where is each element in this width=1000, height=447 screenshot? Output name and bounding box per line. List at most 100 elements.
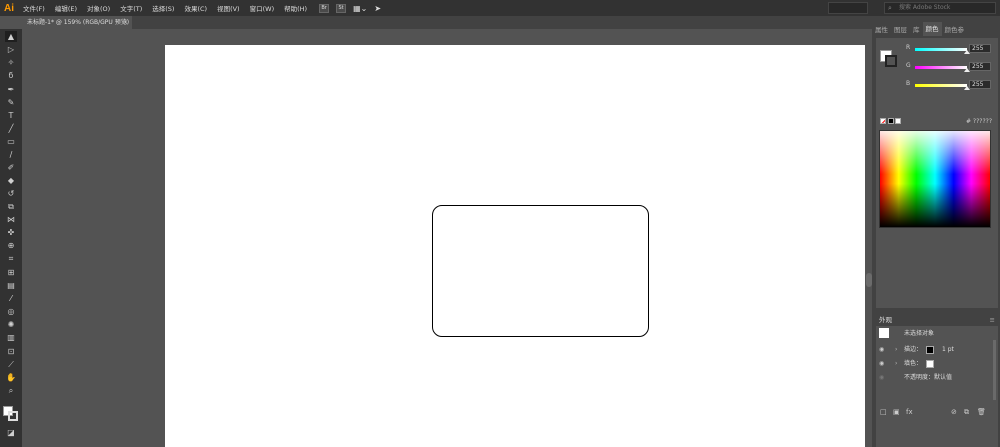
arrange-documents-icon[interactable]: ▦⌄ xyxy=(353,4,367,13)
column-graph-tool-icon[interactable]: ▥ xyxy=(5,332,17,343)
stroke-swatch-appearance[interactable] xyxy=(926,346,934,354)
stroke-weight[interactable]: 1 pt xyxy=(942,344,954,356)
scale-tool-icon[interactable]: ⧉ xyxy=(5,201,17,212)
rounded-rectangle-shape[interactable] xyxy=(432,205,649,337)
visibility-eye-icon[interactable]: ◉ xyxy=(879,344,884,356)
puppet-warp-tool-icon[interactable]: ✜ xyxy=(5,227,17,238)
lasso-tool-icon[interactable]: ϭ xyxy=(5,70,17,81)
slider-g-label: G xyxy=(906,62,911,69)
appearance-opacity-row[interactable]: ◉ 不透明度：默认值 xyxy=(876,372,998,384)
gradient-tool-icon[interactable]: ▤ xyxy=(5,280,17,291)
tab-color[interactable]: 颜色 xyxy=(922,22,942,36)
selection-tool-icon[interactable]: ▲ xyxy=(5,31,17,42)
visibility-eye-icon[interactable]: ◉ xyxy=(879,358,884,370)
menu-select[interactable]: 选择(S) xyxy=(147,3,179,13)
width-tool-icon[interactable]: ⋈ xyxy=(5,214,17,225)
zoom-tool-icon[interactable]: ⌕ xyxy=(5,385,17,396)
menu-view[interactable]: 视图(V) xyxy=(212,3,245,13)
add-stroke-icon[interactable]: □ xyxy=(880,406,887,418)
slider-b-value[interactable]: 255 xyxy=(969,80,991,89)
tab-color-guide[interactable]: 颜色参 xyxy=(942,24,968,34)
document-tab[interactable]: 未标题-1* @ 159% (RGB/GPU 预览) × xyxy=(22,16,132,29)
stroke-color-swatch[interactable] xyxy=(885,55,897,67)
stock-search-input[interactable]: ⌕ 搜索 Adobe Stock xyxy=(884,2,996,14)
menu-edit[interactable]: 编辑(E) xyxy=(50,3,82,13)
paintbrush-tool-icon[interactable]: ∕ xyxy=(5,149,17,160)
eraser-tool-icon[interactable]: ◆ xyxy=(5,175,17,186)
stroke-swatch[interactable] xyxy=(8,411,18,421)
quick-swatch-row: # ?????? xyxy=(880,118,998,126)
perspective-grid-tool-icon[interactable]: ⌗ xyxy=(5,253,17,264)
line-tool-icon[interactable]: ╱ xyxy=(5,123,17,134)
menu-type[interactable]: 文字(T) xyxy=(115,3,147,13)
slider-g-value[interactable]: 255 xyxy=(969,62,991,71)
color-mode-icon[interactable]: ◪ xyxy=(5,427,17,438)
document-tab-title: 未标题-1* @ 159% (RGB/GPU 预览) xyxy=(27,19,130,26)
white-color-swatch[interactable] xyxy=(895,118,901,124)
type-tool-icon[interactable]: T xyxy=(5,110,17,121)
blend-tool-icon[interactable]: ◎ xyxy=(5,306,17,317)
pen-tool-icon[interactable]: ✒ xyxy=(5,84,17,95)
appearance-title[interactable]: 外观 xyxy=(879,316,892,324)
shape-builder-tool-icon[interactable]: ⊕ xyxy=(5,240,17,251)
slider-r-value[interactable]: 255 xyxy=(969,44,991,53)
hex-value[interactable]: # ?????? xyxy=(966,118,992,125)
stock-button[interactable]: St xyxy=(336,3,347,13)
symbol-sprayer-tool-icon[interactable]: ✺ xyxy=(5,319,17,330)
rectangle-tool-icon[interactable]: ▭ xyxy=(5,136,17,147)
menu-file[interactable]: 文件(F) xyxy=(18,3,50,13)
slider-r-track[interactable] xyxy=(915,48,967,51)
tab-layers[interactable]: 图层 xyxy=(891,24,910,34)
mesh-tool-icon[interactable]: ⊞ xyxy=(5,267,17,278)
duplicate-item-icon[interactable]: ⧉ xyxy=(964,406,969,418)
search-icon: ⌕ xyxy=(888,4,892,12)
stroke-label: 描边： xyxy=(904,346,923,353)
panel-scrollbar[interactable] xyxy=(993,340,996,400)
send-icon[interactable]: ➤ xyxy=(374,4,381,13)
visibility-eye-icon[interactable]: ◉ xyxy=(879,372,884,384)
appearance-fill-row[interactable]: ◉ › 填色： xyxy=(876,358,998,370)
slice-tool-icon[interactable]: ⟋ xyxy=(5,359,17,370)
curvature-tool-icon[interactable]: ✎ xyxy=(5,97,17,108)
hand-tool-icon[interactable]: ✋ xyxy=(5,372,17,383)
close-icon[interactable]: × xyxy=(123,16,128,29)
shaper-tool-icon[interactable]: ✐ xyxy=(5,162,17,173)
slider-g: G 255 xyxy=(906,62,996,72)
artboard-tool-icon[interactable]: ⊡ xyxy=(5,346,17,357)
delete-item-icon[interactable]: 🗑 xyxy=(977,406,986,418)
black-color-swatch[interactable] xyxy=(888,118,894,124)
menu-effect[interactable]: 效果(C) xyxy=(179,3,212,13)
tab-properties[interactable]: 属性 xyxy=(872,24,891,34)
magic-wand-tool-icon[interactable]: ✧ xyxy=(5,57,17,68)
expand-arrow-icon[interactable]: › xyxy=(895,344,897,356)
appearance-panel: 外观 ≡ 未选择对象 ◉ › 描边： 1 pt ◉ › 填色： ◉ 不透明度：默… xyxy=(876,314,998,447)
direct-selection-tool-icon[interactable]: ▷ xyxy=(5,44,17,55)
tools-panel: ▲ ▷ ✧ ϭ ✒ ✎ T ╱ ▭ ∕ ✐ ◆ ↺ ⧉ ⋈ ✜ ⊕ ⌗ ⊞ ▤ … xyxy=(0,29,22,447)
expand-arrow-icon[interactable]: › xyxy=(895,358,897,370)
add-effect-icon[interactable]: fx xyxy=(906,406,913,418)
clear-appearance-icon[interactable]: ⊘ xyxy=(951,406,957,418)
slider-r: R 255 xyxy=(906,44,996,54)
menu-window[interactable]: 窗口(W) xyxy=(245,3,280,13)
slider-g-track[interactable] xyxy=(915,66,967,69)
appearance-header: 外观 ≡ xyxy=(876,314,998,326)
color-panel: R 255 G 255 B 255 # ?????? xyxy=(876,38,998,308)
appearance-no-selection-row: 未选择对象 xyxy=(876,328,998,340)
menu-object[interactable]: 对象(O) xyxy=(82,3,115,13)
no-selection-label: 未选择对象 xyxy=(904,330,935,337)
eyedropper-tool-icon[interactable]: ⁄ xyxy=(5,293,17,304)
bridge-button[interactable]: Br xyxy=(319,3,330,13)
color-spectrum[interactable] xyxy=(879,130,991,228)
add-fill-icon[interactable]: ▣ xyxy=(893,406,900,418)
fill-swatch-appearance[interactable] xyxy=(926,360,934,368)
none-color-swatch[interactable] xyxy=(880,118,886,124)
tab-libraries[interactable]: 库 xyxy=(910,24,923,34)
workspace-switcher[interactable] xyxy=(828,2,868,14)
menu-bar: Ai 文件(F) 编辑(E) 对象(O) 文字(T) 选择(S) 效果(C) 视… xyxy=(0,0,1000,16)
slider-b-track[interactable] xyxy=(915,84,967,87)
menu-help[interactable]: 帮助(H) xyxy=(279,3,312,13)
rotate-tool-icon[interactable]: ↺ xyxy=(5,188,17,199)
appearance-stroke-row[interactable]: ◉ › 描边： 1 pt xyxy=(876,344,998,356)
panel-menu-icon[interactable]: ≡ xyxy=(990,314,995,326)
illustrator-window: Ai 文件(F) 编辑(E) 对象(O) 文字(T) 选择(S) 效果(C) 视… xyxy=(0,0,1000,447)
